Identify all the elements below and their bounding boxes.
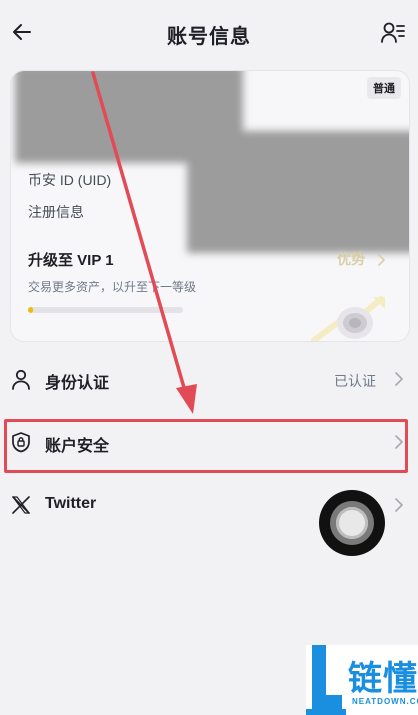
coin-illustration-icon <box>311 296 385 341</box>
chevron-right-icon <box>395 372 403 386</box>
registration-label: 注册信息 <box>28 204 84 220</box>
vip-progress-fill <box>28 307 33 313</box>
watermark-logo-icon <box>306 645 346 715</box>
upgrade-title: 升级至 VIP 1 <box>28 252 114 269</box>
chevron-right-icon <box>395 498 403 512</box>
account-security-row[interactable]: 账户安全 <box>0 415 418 471</box>
account-info-page: 账号信息 普通 币安 ID (UID) 注册信息 升级至 VIP 1 交易更多资… <box>0 0 418 715</box>
page-title: 账号信息 <box>167 26 251 48</box>
assistive-touch-core <box>336 507 368 539</box>
upgrade-subtitle: 交易更多资产，以升至下一等级 <box>28 280 197 294</box>
watermark-title: 链懂 <box>348 660 418 698</box>
identity-status: 已认证 <box>334 373 376 389</box>
watermark: 链懂 NEATDOWN.COM <box>306 645 418 715</box>
chevron-right-icon <box>378 254 385 267</box>
account-card: 普通 币安 ID (UID) 注册信息 升级至 VIP 1 交易更多资产，以升至… <box>10 70 410 342</box>
x-logo-icon <box>12 496 30 514</box>
advantage-link[interactable]: 优势 <box>337 249 389 269</box>
uid-label: 币安 ID (UID) <box>28 172 112 188</box>
user-icon <box>12 369 30 390</box>
advantage-label: 优势 <box>337 251 366 267</box>
redacted-area <box>187 131 409 253</box>
identity-verification-row[interactable]: 身份认证 已认证 <box>0 352 418 408</box>
account-security-label: 账户安全 <box>45 438 110 455</box>
shield-lock-icon <box>12 432 30 453</box>
header: 账号信息 <box>0 0 418 68</box>
watermark-subtitle: NEATDOWN.COM <box>352 697 418 706</box>
assistive-touch-button[interactable] <box>319 490 385 556</box>
identity-verification-label: 身份认证 <box>45 375 110 392</box>
user-list-icon[interactable] <box>380 20 406 46</box>
chevron-right-icon <box>395 435 403 449</box>
tier-badge: 普通 <box>367 77 401 99</box>
twitter-label: Twitter <box>45 495 97 512</box>
vip-progress-bar <box>28 307 183 313</box>
